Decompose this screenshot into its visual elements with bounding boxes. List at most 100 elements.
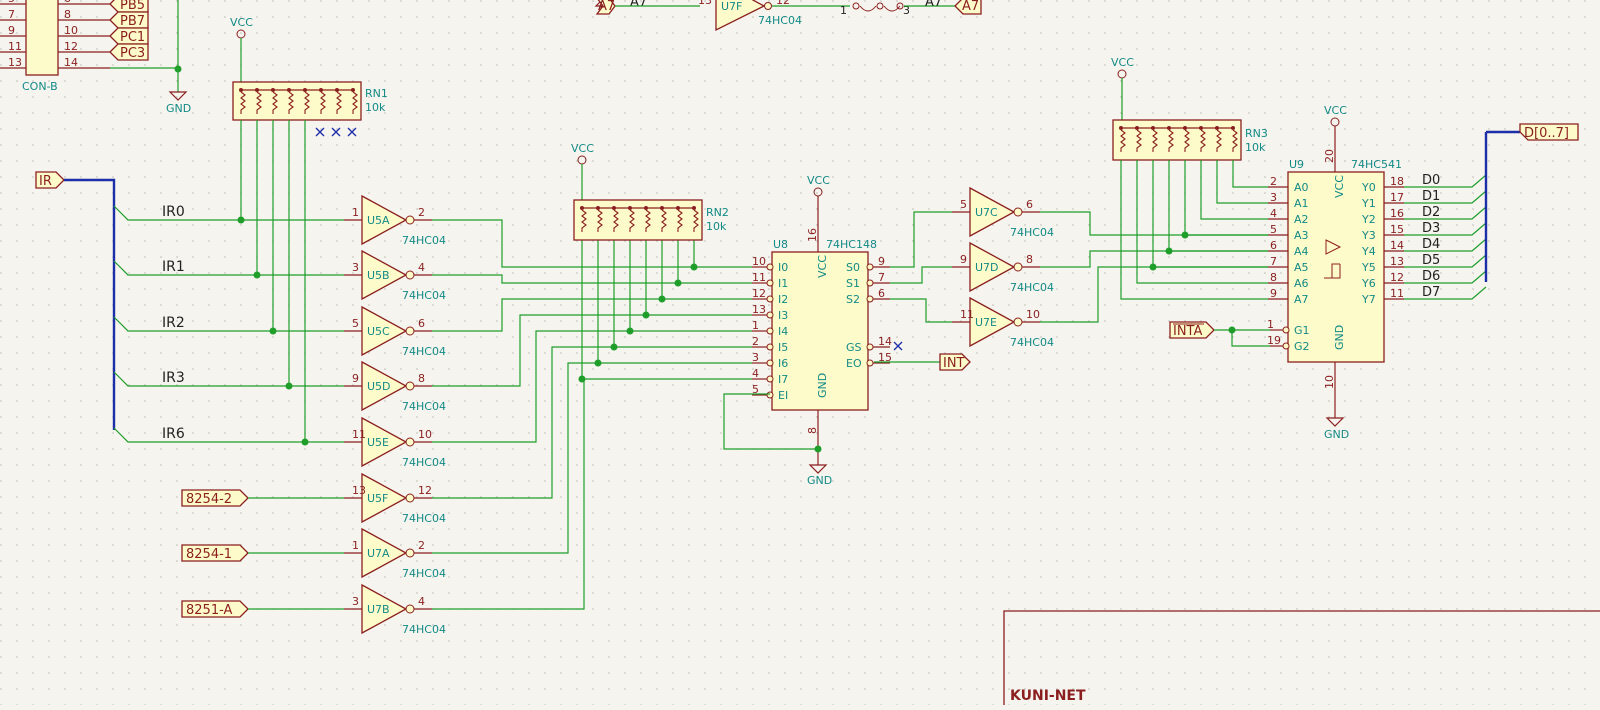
u9-y-pin-number: 16 [1390, 207, 1404, 220]
u9-y-pin-number: 11 [1390, 287, 1404, 300]
u8-input-pin: 2 [752, 335, 759, 348]
inverter-u5f-ref: U5F [367, 492, 388, 505]
u9-a-pin-name: A1 [1294, 197, 1309, 210]
u9-a-pin-number: 2 [1270, 175, 1277, 188]
inverter-u7b-pin-in: 3 [352, 595, 359, 608]
schematic-canvas: A7 A7 13 U7F 74HC04 12 1 3 A7 A7 56PB578… [0, 0, 1600, 705]
a7-left-flag-text: A7 [598, 0, 615, 14]
u9-y-pin-name: Y6 [1361, 277, 1376, 290]
inverter-u5b-pin-out: 4 [418, 261, 425, 274]
int-label-text: INT [943, 356, 965, 371]
u7f-ref: U7F [721, 0, 742, 13]
u8-input-pin: 12 [752, 287, 766, 300]
u9-g-pin-name: G2 [1294, 340, 1310, 353]
inverter-u5d-pin-in: 9 [352, 372, 359, 385]
external-input-text: 8254-1 [186, 547, 232, 562]
ir-net-label: IR6 [162, 426, 185, 442]
a7-left-net-label: A7 [630, 0, 647, 10]
u9-g-pin-number: 1 [1267, 318, 1274, 331]
rn2-value: 10k [706, 220, 727, 233]
u8-gnd-pin: 8 [806, 427, 819, 434]
inverter-u5b-value: 74HC04 [402, 289, 446, 302]
inverter-u5b-ref: U5B [367, 269, 390, 282]
u9-a-pin-name: A4 [1294, 245, 1309, 258]
a7-right-net-label: A7 [925, 0, 942, 10]
u7f-value: 74HC04 [758, 14, 802, 27]
u9-gnd-internal: GND [1333, 325, 1346, 350]
u8-value: 74HC148 [826, 238, 877, 251]
u9-a-pin-name: A7 [1294, 293, 1309, 306]
inverter-u5f-pin-out: 12 [418, 484, 432, 497]
u9-a-pin-number: 4 [1270, 207, 1277, 220]
u8-input-pin: 13 [752, 303, 766, 316]
u8-input-name: I5 [778, 341, 788, 354]
con-b-net-label-text: PC1 [120, 30, 145, 45]
u8-output-name: S1 [846, 277, 860, 290]
output-inverter-u7d-pin-in: 9 [960, 253, 967, 266]
u8-gnd-internal: GND [816, 373, 829, 398]
u9-a-pin-number: 8 [1270, 271, 1277, 284]
u8-vcc-internal: VCC [816, 255, 829, 278]
u8-input-pin: 1 [752, 319, 759, 332]
inverter-u7a-pin-in: 1 [352, 539, 359, 552]
u8-input-name: I0 [778, 261, 788, 274]
u9-vcc-internal: VCC [1333, 175, 1346, 198]
ir-net-label: IR2 [162, 315, 185, 331]
con-b-pin-right: 10 [64, 24, 78, 37]
data-net-label: D0 [1422, 173, 1440, 188]
inta-label-text: INTA [1173, 324, 1202, 339]
output-inverter-u7e-pin-out: 10 [1026, 308, 1040, 321]
inverter-u7b-value: 74HC04 [402, 623, 446, 636]
con-b-pin-right: 14 [64, 56, 78, 69]
u9-y-pin-number: 13 [1390, 255, 1404, 268]
con-b-net-label-text: PB7 [120, 14, 145, 29]
output-inverter-u7c-ref: U7C [975, 206, 998, 219]
rn2-body [573, 199, 703, 241]
inverter-u5c-pin-in: 5 [352, 317, 359, 330]
con-b-pin-right: 6 [64, 0, 71, 5]
ir-net-label: IR1 [162, 259, 185, 275]
u9-vcc-pin: 20 [1323, 149, 1336, 163]
u9-a-pin-number: 9 [1270, 287, 1277, 300]
output-inverter-u7c-value: 74HC04 [1010, 226, 1054, 239]
u8-output-pin: 6 [878, 287, 885, 300]
inverter-u7b-pin-out: 4 [418, 595, 425, 608]
u9-a-pin-number: 7 [1270, 255, 1277, 268]
inverter-u7a-ref: U7A [367, 547, 390, 560]
rn3-ref: RN3 [1245, 127, 1268, 140]
output-inverter-u7c-pin-in: 5 [960, 198, 967, 211]
con-b-pin-left: 5 [8, 0, 15, 5]
u8-output-name: S0 [846, 261, 860, 274]
u9-g-pin-number: 19 [1267, 334, 1281, 347]
u9-y-pin-name: Y0 [1361, 181, 1376, 194]
inverter-u5d-pin-out: 8 [418, 372, 425, 385]
ir-bus-label-text: IR [39, 174, 52, 189]
u8-input-name: I1 [778, 277, 788, 290]
output-inverter-u7d-pin-out: 8 [1026, 253, 1033, 266]
u9-y-pin-number: 12 [1390, 271, 1404, 284]
output-inverter-u7e-ref: U7E [975, 316, 997, 329]
con-b-pin-left: 11 [8, 40, 22, 53]
u9-y-pin-number: 17 [1390, 191, 1404, 204]
u9-a-pin-number: 5 [1270, 223, 1277, 236]
data-net-label: D2 [1422, 205, 1440, 220]
con-b-net-label-text: PC3 [120, 46, 145, 61]
inverter-u5c-value: 74HC04 [402, 345, 446, 358]
output-inverter-u7e-value: 74HC04 [1010, 336, 1054, 349]
inverter-u5e-pin-out: 10 [418, 428, 432, 441]
ir-net-label: IR3 [162, 370, 185, 386]
inverter-u5c-pin-out: 6 [418, 317, 425, 330]
u9-y-pin-name: Y3 [1361, 229, 1376, 242]
u8-input-name: I2 [778, 293, 788, 306]
con-b-net-label-text: PB5 [120, 0, 145, 13]
rn3-body [1112, 119, 1242, 161]
rn2-vcc-label: VCC [571, 142, 594, 155]
u9-a-pin-name: A3 [1294, 229, 1309, 242]
inverter-u5a-ref: U5A [367, 214, 390, 227]
u9-y-pin-number: 14 [1390, 239, 1404, 252]
inverter-u5e-pin-in: 11 [352, 428, 366, 441]
u9-a-pin-name: A2 [1294, 213, 1309, 226]
u9-gnd-label: GND [1324, 428, 1349, 441]
data-bus-label-text: D[0..7] [1524, 126, 1569, 141]
u9-a-pin-name: A0 [1294, 181, 1309, 194]
